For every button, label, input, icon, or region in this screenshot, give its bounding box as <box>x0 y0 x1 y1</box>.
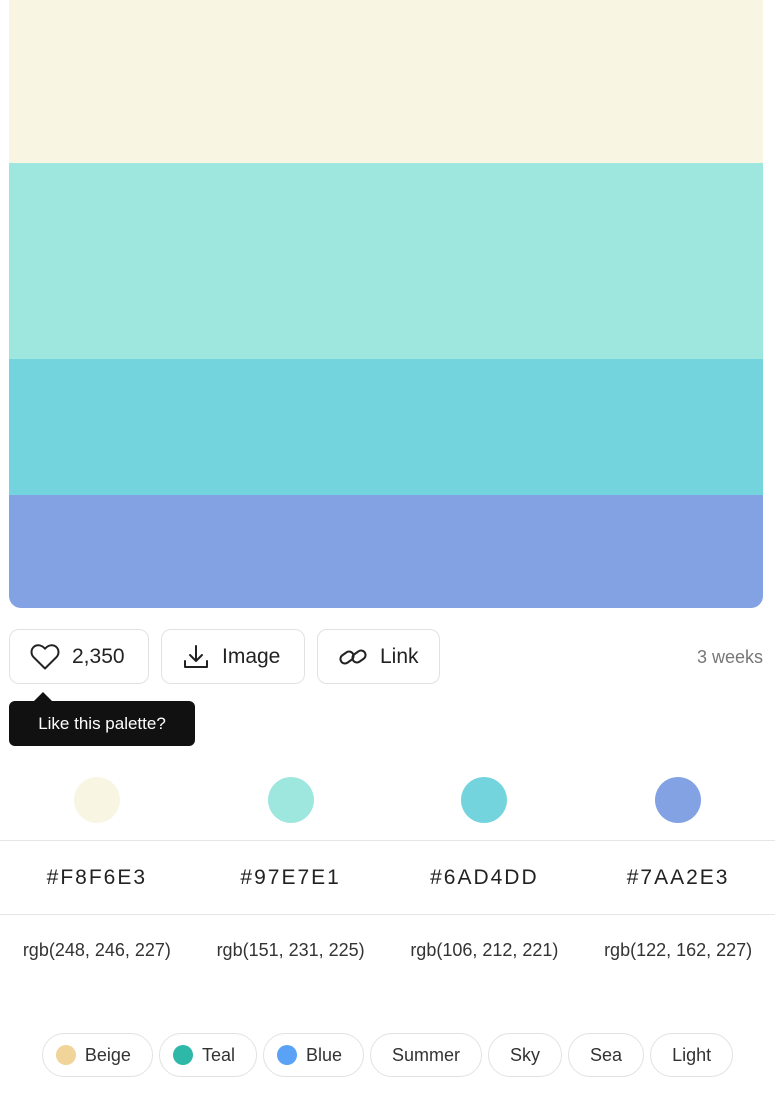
like-count: 2,350 <box>72 644 125 668</box>
rgb-value[interactable]: rgb(151, 231, 225) <box>217 940 365 961</box>
hex-value[interactable]: #F8F6E3 <box>47 866 147 890</box>
palette-age: 3 weeks <box>696 647 763 667</box>
color-swatch[interactable] <box>9 0 763 163</box>
color-swatch[interactable] <box>9 495 763 608</box>
tag-summer[interactable]: Summer <box>370 1033 483 1077</box>
color-details: #F8F6E3 #97E7E1 #6AD4DD #7AA2E3 rgb(248,… <box>0 760 775 985</box>
copy-link-button[interactable]: Link <box>317 629 440 684</box>
rgb-value[interactable]: rgb(106, 212, 221) <box>410 940 558 961</box>
tag-color-dot <box>276 1045 297 1065</box>
link-label: Link <box>380 644 419 668</box>
color-dot[interactable] <box>461 777 508 823</box>
tag-color-dot <box>55 1045 76 1065</box>
hex-value[interactable]: #7AA2E3 <box>627 866 730 890</box>
tag-beige[interactable]: Beige <box>41 1033 153 1077</box>
tag-list: Beige Teal Blue Summer Sky Sea Light <box>0 1033 775 1077</box>
tag-label: Blue <box>305 1044 342 1065</box>
tag-label: Beige <box>84 1044 131 1065</box>
palette-actions: 2,350 Image Link <box>9 629 440 686</box>
tag-label: Sky <box>510 1044 541 1065</box>
rgb-row: rgb(248, 246, 227) rgb(151, 231, 225) rg… <box>0 915 775 985</box>
tag-label: Light <box>672 1044 712 1065</box>
download-icon <box>182 644 210 670</box>
tag-color-dot <box>172 1045 193 1065</box>
like-tooltip: Like this palette? <box>9 692 195 746</box>
rgb-value[interactable]: rgb(248, 246, 227) <box>23 940 171 961</box>
hex-value[interactable]: #97E7E1 <box>240 866 340 890</box>
palette-preview <box>9 0 763 608</box>
tag-blue[interactable]: Blue <box>262 1033 364 1077</box>
tag-sea[interactable]: Sea <box>568 1033 645 1077</box>
link-icon <box>338 644 368 670</box>
tag-teal[interactable]: Teal <box>158 1033 257 1077</box>
tag-light[interactable]: Light <box>650 1033 734 1077</box>
heart-icon <box>30 643 60 671</box>
color-dot[interactable] <box>73 777 120 823</box>
color-swatch[interactable] <box>9 163 763 359</box>
color-swatch[interactable] <box>9 359 763 495</box>
tag-label: Summer <box>392 1044 461 1065</box>
color-dot[interactable] <box>267 777 314 823</box>
tag-sky[interactable]: Sky <box>488 1033 563 1077</box>
image-label: Image <box>222 644 281 668</box>
tag-label: Teal <box>201 1044 235 1065</box>
download-image-button[interactable]: Image <box>161 629 305 684</box>
color-dots-row <box>0 760 775 841</box>
tag-label: Sea <box>590 1044 623 1065</box>
color-dot[interactable] <box>655 777 702 823</box>
like-button[interactable]: 2,350 <box>9 629 149 684</box>
hex-value[interactable]: #6AD4DD <box>430 866 539 890</box>
rgb-value[interactable]: rgb(122, 162, 227) <box>604 940 752 961</box>
hex-row: #F8F6E3 #97E7E1 #6AD4DD #7AA2E3 <box>0 841 775 915</box>
